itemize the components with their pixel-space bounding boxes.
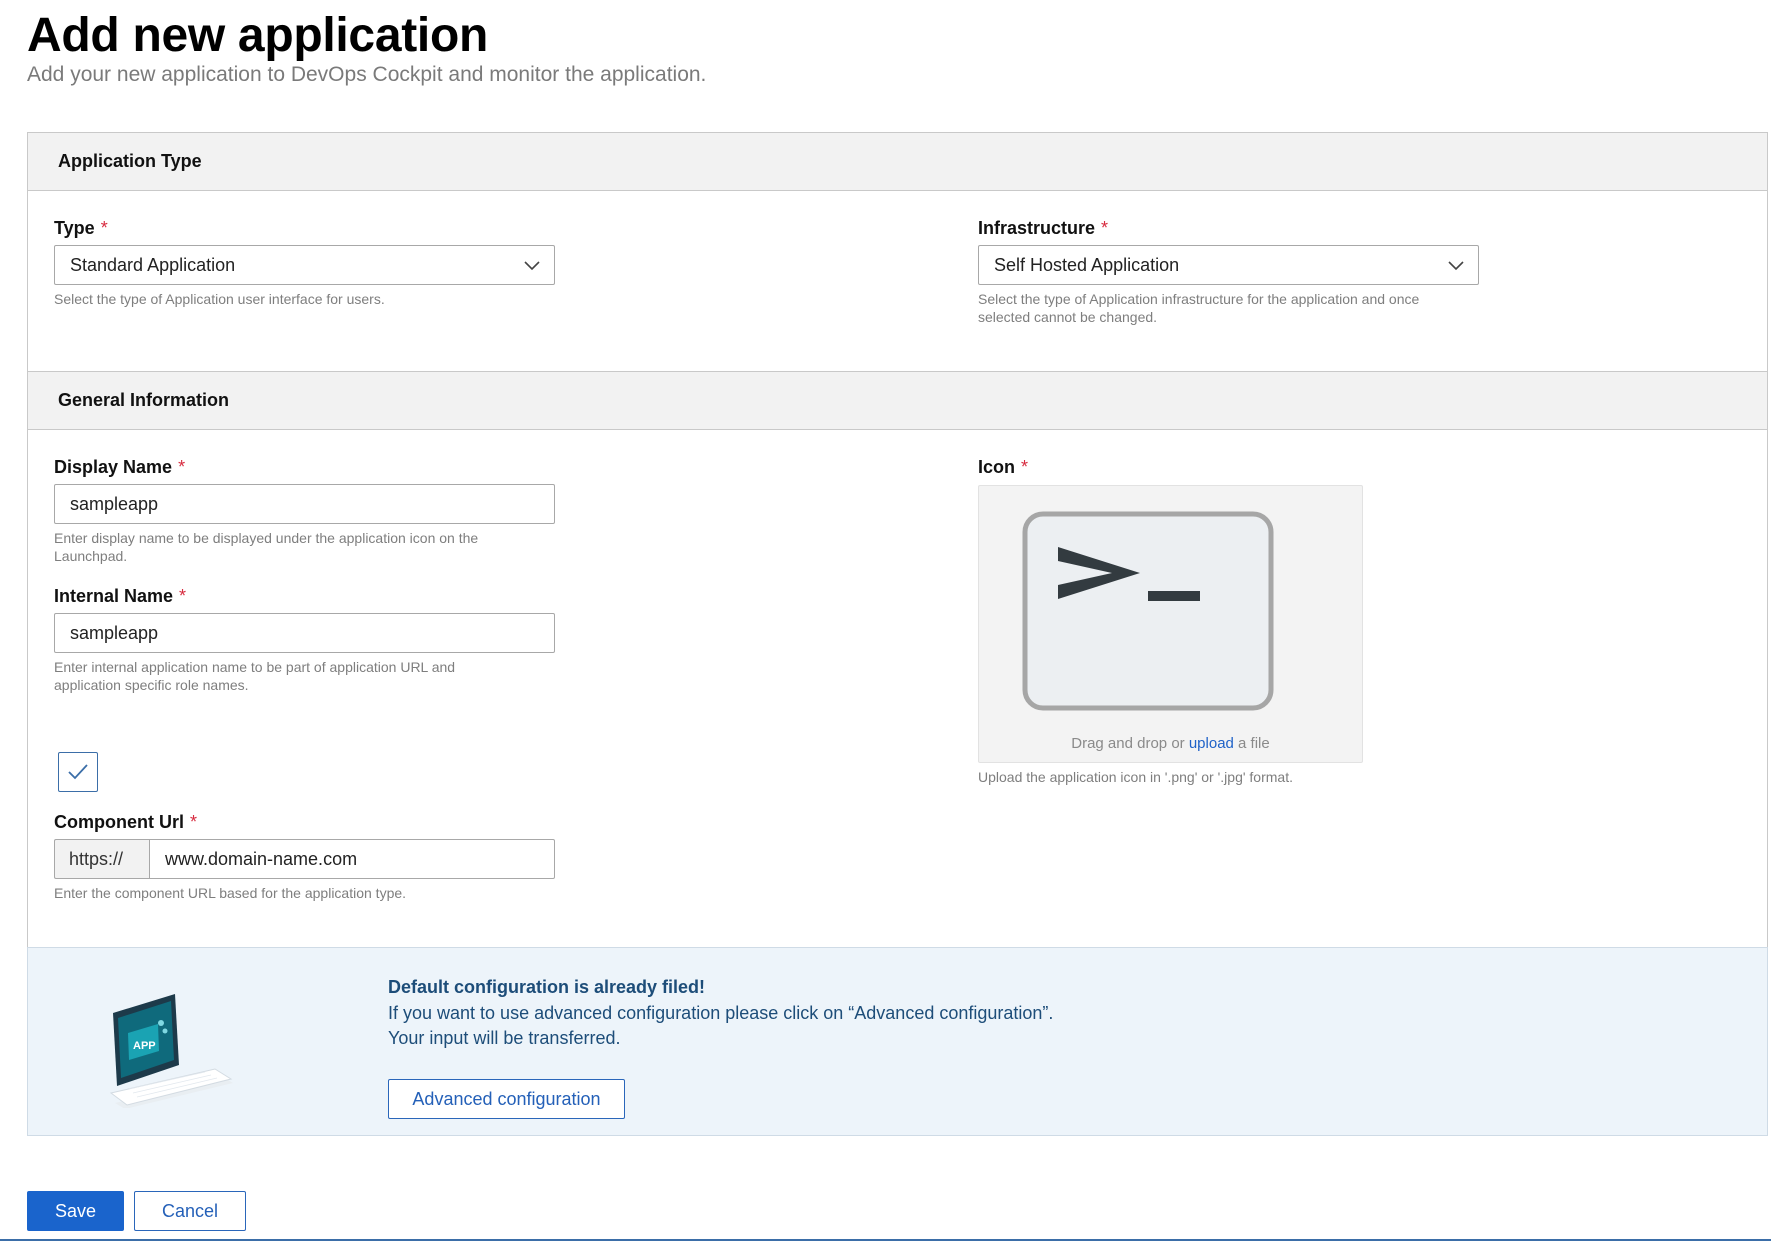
type-field: Type * Standard Application Select the ty… [54,217,555,308]
display-name-field: Display Name * sampleapp Enter display na… [54,456,555,565]
url-protocol-prefix: https:// [54,839,149,879]
icon-label: Icon * [978,457,1029,477]
infrastructure-select[interactable]: Self Hosted Application [978,245,1479,285]
required-mark: * [190,812,198,832]
component-url-input[interactable]: www.domain-name.com [149,839,555,879]
component-url-label: Component Url * [54,812,198,832]
banner-text: If you want to use advanced configuratio… [388,1001,1053,1051]
display-name-input[interactable]: sampleapp [54,484,555,524]
icon-help: Upload the application icon in '.png' or… [978,769,1293,785]
checkmark-icon [68,764,88,780]
general-information-card: General Information Display Name * sample… [27,371,1768,948]
page-subtitle: Add your new application to DevOps Cockp… [27,63,707,86]
chevron-down-icon [1448,261,1464,271]
chevron-down-icon [524,261,540,271]
banner-title: Default configuration is already filed! [388,977,706,997]
type-help: Select the type of Application user inte… [54,291,385,307]
section-header-general-information: General Information [28,372,1767,430]
internal-name-field: Internal Name * sampleapp Enter internal … [54,585,555,694]
internal-name-help: Enter internal application name to be pa… [54,659,456,693]
internal-name-label: Internal Name * [54,586,187,606]
internal-name-input[interactable]: sampleapp [54,613,555,653]
terminal-prompt-icon [1022,511,1274,711]
required-mark: * [100,218,108,238]
type-select[interactable]: Standard Application [54,245,555,285]
banner-line-2: Your input will be transferred. [388,1028,621,1048]
application-type-card: Application Type Type * Standard Applicat… [27,132,1768,372]
component-url-group: https:// www.domain-name.com [54,839,555,879]
type-select-value: Standard Application [70,254,236,275]
required-mark: * [179,586,187,606]
option-checkbox[interactable] [58,752,98,792]
section-header-application-type: Application Type [28,133,1767,191]
banner-line-1: If you want to use advanced configuratio… [388,1003,1054,1023]
component-url-help: Enter the component URL based for the ap… [54,885,407,901]
laptop-app-illustration: APP [109,994,233,1108]
default-config-banner: APP Default configuration is already fil… [27,947,1768,1136]
required-mark: * [1021,457,1029,477]
type-label: Type * [54,218,108,238]
infrastructure-select-value: Self Hosted Application [994,254,1180,275]
dropzone-text: Drag and drop or upload a file [1071,735,1270,752]
svg-text:APP: APP [133,1040,156,1052]
infrastructure-field: Infrastructure * Self Hosted Application … [978,217,1479,326]
required-mark: * [178,457,186,477]
save-button[interactable]: Save [27,1191,124,1231]
icon-dropzone[interactable]: Drag and drop or upload a file [978,485,1363,763]
display-name-label: Display Name * [54,457,186,477]
icon-field: Icon * Drag and drop or upload a file Upl… [978,456,1438,786]
display-name-help: Enter display name to be displayed under… [54,530,479,564]
required-mark: * [1101,218,1109,238]
infrastructure-help: Select the type of Application infrastru… [978,291,1420,325]
upload-link[interactable]: upload [1189,735,1234,752]
cancel-button[interactable]: Cancel [134,1191,246,1231]
page-title: Add new application [27,9,488,62]
infrastructure-label: Infrastructure * [978,218,1109,238]
advanced-configuration-button[interactable]: Advanced configuration [388,1079,625,1119]
component-url-field: Component Url * https:// www.domain-name.… [54,811,555,902]
